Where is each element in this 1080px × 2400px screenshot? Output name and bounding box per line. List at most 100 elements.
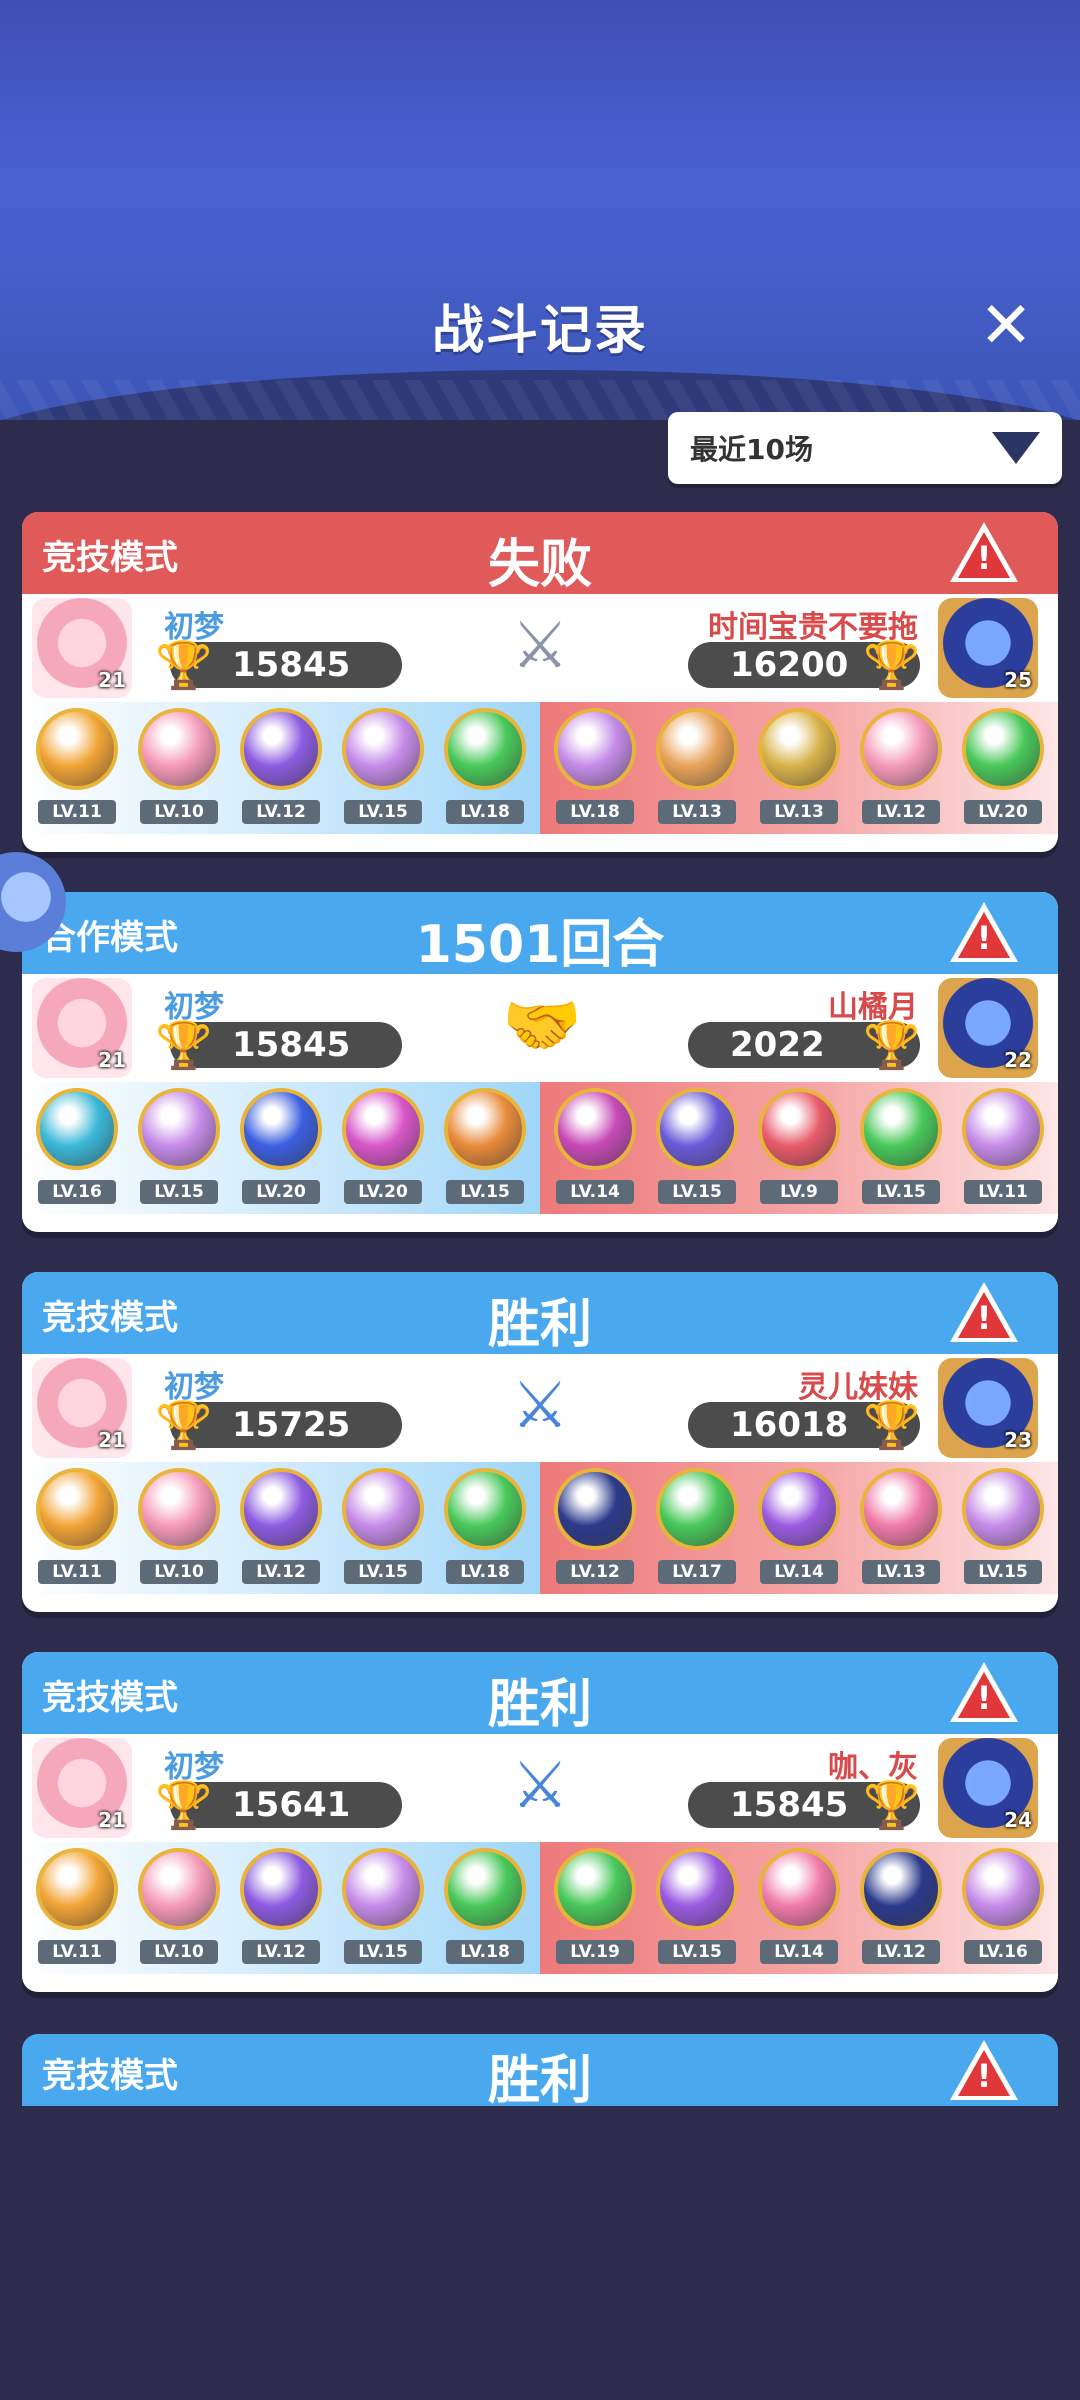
battle-record-card[interactable]: 竞技模式 胜利 ! 21 初梦 15641 🏆 ⚔ 15845 🏆 咖、灰 24 bbox=[22, 1652, 1058, 1992]
skill-orb-icon bbox=[342, 708, 424, 790]
skill-orb-icon bbox=[656, 1088, 738, 1170]
skill-orb-icon bbox=[962, 1468, 1044, 1550]
skill-slot: LV.14 bbox=[754, 1462, 844, 1594]
skill-level: LV.11 bbox=[38, 1940, 116, 1964]
skill-orb-icon bbox=[962, 1088, 1044, 1170]
close-icon[interactable]: ✕ bbox=[975, 294, 1037, 358]
skill-level: LV.20 bbox=[964, 800, 1042, 824]
skill-slot: LV.15 bbox=[440, 1082, 530, 1214]
report-mark: ! bbox=[976, 2057, 992, 2095]
skill-slot: LV.18 bbox=[440, 1842, 530, 1974]
skill-slot: LV.12 bbox=[856, 1842, 946, 1974]
skill-level: LV.18 bbox=[556, 800, 634, 824]
skill-slot: LV.11 bbox=[32, 702, 122, 834]
skill-level: LV.13 bbox=[862, 1560, 940, 1584]
skill-orb-icon bbox=[240, 1088, 322, 1170]
battle-record-card[interactable]: 合作模式 1501回合 ! 21 初梦 15845 🏆 🤝 2022 🏆 山橘月… bbox=[22, 892, 1058, 1232]
skill-slot: LV.13 bbox=[652, 702, 742, 834]
skill-slot: LV.18 bbox=[550, 702, 640, 834]
skill-orb-icon bbox=[36, 708, 118, 790]
battle-record-card[interactable]: 竞技模式 胜利 ! 21 初梦 15725 🏆 ⚔ 16018 🏆 灵儿妹妹 2… bbox=[22, 1272, 1058, 1612]
opponent-avatar[interactable]: 22 bbox=[938, 978, 1038, 1078]
opponent-avatar[interactable]: 23 bbox=[938, 1358, 1038, 1458]
skill-orb-icon bbox=[342, 1468, 424, 1550]
skill-slot: LV.19 bbox=[550, 1842, 640, 1974]
opponent-skills: LV.18 LV.13 LV.13 LV.12 LV.20 bbox=[540, 702, 1058, 834]
record-header-bar: 合作模式 1501回合 ! bbox=[22, 892, 1058, 975]
skill-orb-icon bbox=[758, 1088, 840, 1170]
skill-orb-icon bbox=[444, 1468, 526, 1550]
skill-level: LV.15 bbox=[964, 1560, 1042, 1584]
opponent-skills: LV.19 LV.15 LV.14 LV.12 LV.16 bbox=[540, 1842, 1058, 1974]
skill-level: LV.10 bbox=[140, 1940, 218, 1964]
skill-slot: LV.15 bbox=[958, 1462, 1048, 1594]
skills-row: LV.11 LV.10 LV.12 LV.15 LV.18 LV.19 LV.1… bbox=[22, 1842, 1058, 1974]
player-avatar[interactable]: 21 bbox=[32, 598, 132, 698]
skill-level: LV.15 bbox=[658, 1180, 736, 1204]
skill-orb-icon bbox=[962, 1848, 1044, 1930]
skill-level: LV.15 bbox=[140, 1180, 218, 1204]
skill-level: LV.20 bbox=[242, 1180, 320, 1204]
skill-level: LV.11 bbox=[38, 1560, 116, 1584]
opponent-avatar[interactable]: 25 bbox=[938, 598, 1038, 698]
skill-slot: LV.16 bbox=[958, 1842, 1048, 1974]
skill-slot: LV.15 bbox=[338, 702, 428, 834]
skill-slot: LV.15 bbox=[338, 1842, 428, 1974]
player-level: 21 bbox=[98, 668, 126, 692]
skill-level: LV.20 bbox=[344, 1180, 422, 1204]
skill-slot: LV.15 bbox=[338, 1462, 428, 1594]
opponent-name: 咖、灰 bbox=[828, 1750, 918, 1785]
record-filter-dropdown[interactable]: 最近10场 bbox=[668, 412, 1062, 484]
skill-level: LV.15 bbox=[344, 1560, 422, 1584]
skill-orb-icon bbox=[860, 1088, 942, 1170]
result-label: 胜利 bbox=[487, 1675, 592, 1735]
skill-slot: LV.15 bbox=[652, 1842, 742, 1974]
skill-level: LV.12 bbox=[242, 1560, 320, 1584]
battle-record-card[interactable]: 竞技模式 失败 ! 21 初梦 15845 🏆 ⚔ 16200 🏆 时间宝贵不要… bbox=[22, 512, 1058, 852]
skill-slot: LV.15 bbox=[856, 1082, 946, 1214]
skill-level: LV.16 bbox=[964, 1940, 1042, 1964]
trophy-icon: 🏆 bbox=[155, 1398, 213, 1452]
skill-level: LV.12 bbox=[862, 1940, 940, 1964]
opponent-level: 23 bbox=[1004, 1428, 1032, 1452]
opponent-level: 25 bbox=[1004, 668, 1032, 692]
skill-level: LV.13 bbox=[760, 800, 838, 824]
skill-level: LV.11 bbox=[38, 800, 116, 824]
skill-orb-icon bbox=[656, 1848, 738, 1930]
swords-gray-icon: ⚔ bbox=[511, 609, 569, 683]
skills-row: LV.11 LV.10 LV.12 LV.15 LV.18 LV.12 LV.1… bbox=[22, 1462, 1058, 1594]
skill-level: LV.15 bbox=[344, 800, 422, 824]
skill-orb-icon bbox=[758, 1848, 840, 1930]
skill-level: LV.11 bbox=[964, 1180, 1042, 1204]
player-avatar[interactable]: 21 bbox=[32, 1738, 132, 1838]
skill-slot: LV.15 bbox=[652, 1082, 742, 1214]
skill-level: LV.17 bbox=[658, 1560, 736, 1584]
skill-orb-icon bbox=[342, 1848, 424, 1930]
skill-orb-icon bbox=[240, 1468, 322, 1550]
player-skills: LV.11 LV.10 LV.12 LV.15 LV.18 bbox=[22, 702, 540, 834]
skill-level: LV.14 bbox=[760, 1940, 838, 1964]
opponent-name: 灵儿妹妹 bbox=[798, 1370, 918, 1405]
skill-level: LV.16 bbox=[38, 1180, 116, 1204]
skill-slot: LV.12 bbox=[236, 702, 326, 834]
skill-orb-icon bbox=[656, 1468, 738, 1550]
players-row: 21 初梦 15845 🏆 🤝 2022 🏆 山橘月 22 bbox=[22, 974, 1058, 1082]
handshake-icon: 🤝 bbox=[502, 989, 582, 1063]
skill-orb-icon bbox=[554, 708, 636, 790]
player-avatar[interactable]: 21 bbox=[32, 1358, 132, 1458]
skill-orb-icon bbox=[758, 1468, 840, 1550]
skill-orb-icon bbox=[138, 708, 220, 790]
result-label: 胜利 bbox=[487, 1295, 592, 1355]
skill-slot: LV.13 bbox=[856, 1462, 946, 1594]
opponent-avatar[interactable]: 24 bbox=[938, 1738, 1038, 1838]
skill-level: LV.15 bbox=[658, 1940, 736, 1964]
player-level: 21 bbox=[98, 1048, 126, 1072]
opponent-skills: LV.14 LV.15 LV.9 LV.15 LV.11 bbox=[540, 1082, 1058, 1214]
skill-level: LV.18 bbox=[446, 800, 524, 824]
skill-orb-icon bbox=[554, 1848, 636, 1930]
skill-slot: LV.20 bbox=[236, 1082, 326, 1214]
player-avatar[interactable]: 21 bbox=[32, 978, 132, 1078]
skill-orb-icon bbox=[138, 1088, 220, 1170]
skill-level: LV.12 bbox=[556, 1560, 634, 1584]
battle-record-card-partial[interactable]: 竞技模式 胜利 ! bbox=[22, 2034, 1058, 2111]
